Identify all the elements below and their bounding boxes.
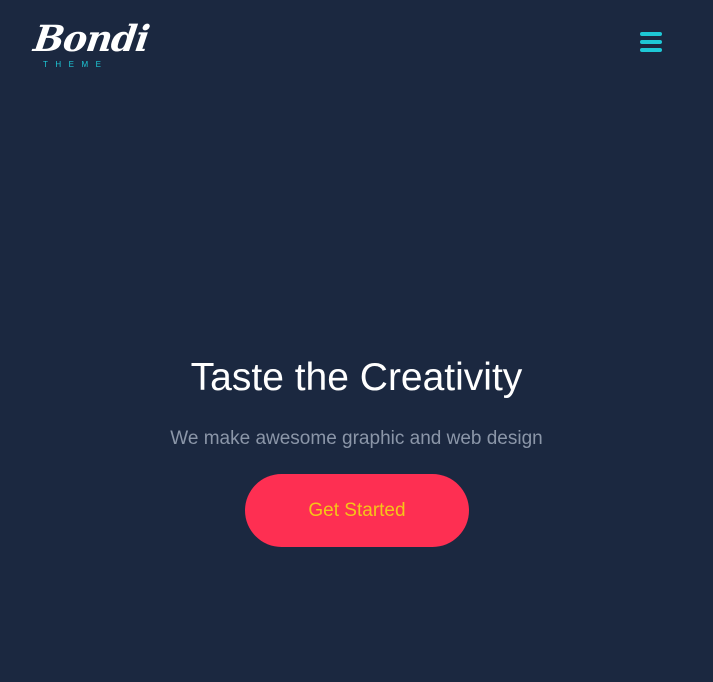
hero-title: Taste the Creativity bbox=[190, 356, 523, 399]
hero-section: Taste the Creativity We make awesome gra… bbox=[0, 0, 713, 682]
get-started-button[interactable]: Get Started bbox=[245, 474, 469, 547]
page: Taste the Creativity We make awesome gra… bbox=[0, 0, 713, 682]
hamburger-menu-icon bbox=[640, 32, 662, 52]
logo-script-text: Bondi bbox=[31, 18, 152, 60]
logo[interactable]: Bondi THEME bbox=[31, 18, 151, 74]
logo-subtext: THEME bbox=[43, 60, 109, 69]
menu-button[interactable] bbox=[638, 30, 666, 56]
hero-subtitle: We make awesome graphic and web design bbox=[170, 428, 543, 449]
